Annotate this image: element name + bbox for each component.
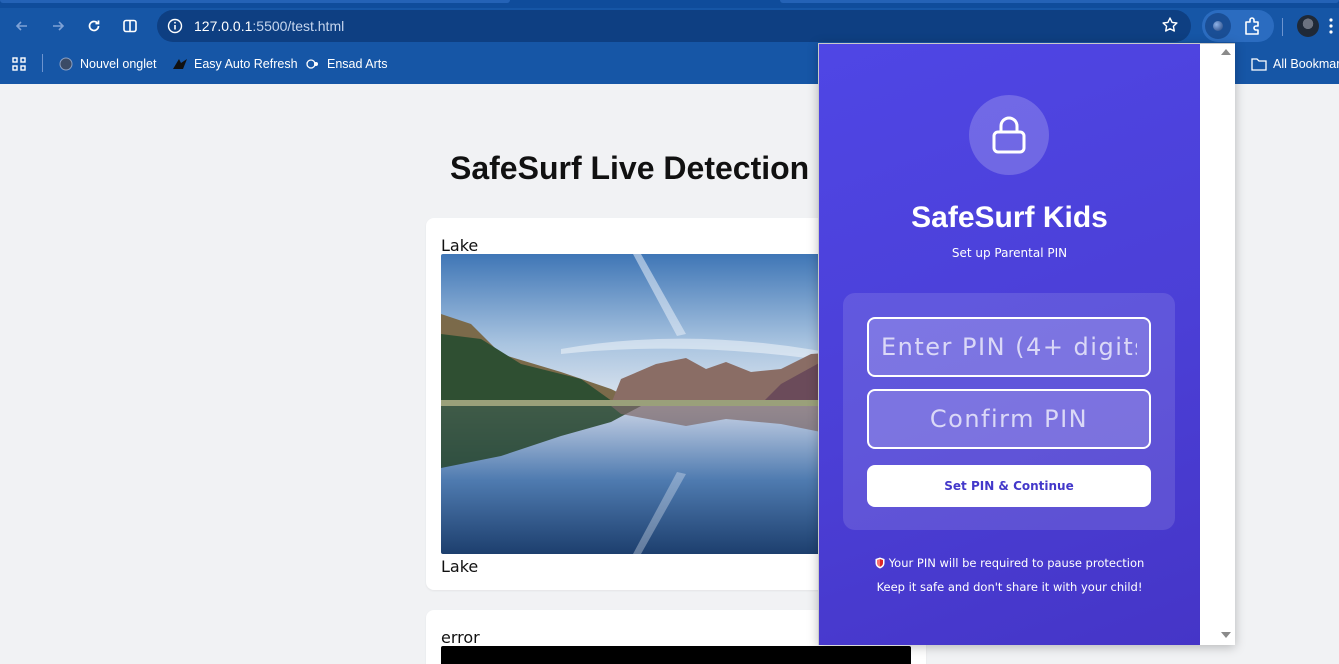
card-label-top: Lake	[441, 236, 479, 255]
forward-arrow-icon	[53, 21, 65, 31]
site-info-button[interactable]	[163, 14, 187, 38]
refresh-extension-icon	[172, 56, 188, 72]
tab-strip	[0, 0, 1339, 8]
all-bookmarks-button[interactable]: All Bookmarks	[1251, 55, 1339, 73]
shield-icon	[875, 557, 885, 569]
set-pin-button[interactable]: Set PIN & Continue	[867, 465, 1151, 507]
tab-edge-left	[0, 0, 510, 3]
url-host: 127.0.0.1	[194, 18, 253, 34]
puzzle-icon	[1245, 17, 1259, 35]
reload-button[interactable]	[80, 12, 108, 40]
ensad-icon	[305, 56, 321, 72]
confirm-pin-input[interactable]	[867, 389, 1151, 449]
browser-menu-button[interactable]	[1326, 16, 1336, 36]
lock-icon	[992, 116, 1026, 154]
url-text[interactable]: 127.0.0.1:5500/test.html	[194, 18, 344, 34]
reading-mode-button[interactable]	[116, 12, 144, 40]
back-arrow-icon	[15, 21, 27, 31]
forward-button[interactable]	[44, 12, 72, 40]
page-title: SafeSurf Live Detection I	[450, 150, 827, 186]
profile-avatar[interactable]	[1297, 15, 1319, 37]
all-bookmarks-label: All Bookmarks	[1273, 57, 1339, 71]
bookmark-label: Easy Auto Refresh	[194, 57, 298, 71]
lock-badge	[969, 95, 1049, 175]
popup-scrollbar[interactable]	[1200, 44, 1235, 645]
bookmark-label: Ensad Arts	[327, 57, 388, 71]
bookmark-nouvel-onglet[interactable]: Nouvel onglet	[58, 55, 156, 73]
pin-note-line1: Your PIN will be required to pause prote…	[819, 556, 1200, 570]
apps-button[interactable]	[11, 55, 27, 73]
star-icon	[1162, 17, 1178, 32]
info-icon	[167, 18, 183, 34]
popup-body: SafeSurf Kids Set up Parental PIN Set PI…	[819, 44, 1200, 645]
popup-title: SafeSurf Kids	[911, 201, 1108, 234]
scroll-down-arrow-icon[interactable]	[1221, 632, 1231, 638]
tab-edge-right	[780, 0, 1339, 3]
error-image	[441, 646, 911, 664]
safesurf-extension-button[interactable]	[1205, 13, 1231, 39]
bookmark-label: Nouvel onglet	[80, 57, 157, 71]
address-bar[interactable]: 127.0.0.1:5500/test.html	[157, 10, 1191, 42]
back-button[interactable]	[8, 12, 36, 40]
scroll-up-arrow-icon[interactable]	[1221, 49, 1231, 55]
folder-icon	[1251, 56, 1267, 72]
pin-input[interactable]	[867, 317, 1151, 377]
card-label-top: error	[441, 628, 480, 647]
extension-popup: SafeSurf Kids Set up Parental PIN Set PI…	[818, 43, 1235, 645]
more-vert-icon	[1329, 18, 1333, 34]
apps-grid-icon	[12, 57, 26, 71]
bookmark-easy-auto-refresh[interactable]: Easy Auto Refresh	[172, 55, 298, 73]
bookmark-ensad-arts[interactable]: Ensad Arts	[305, 55, 387, 73]
bookmark-star-button[interactable]	[1161, 16, 1179, 39]
card-label-bottom: Lake	[441, 557, 479, 576]
toolbar-divider	[1282, 18, 1283, 36]
pin-form: Set PIN & Continue	[843, 293, 1175, 530]
extensions-area	[1202, 10, 1274, 42]
split-view-icon	[123, 19, 137, 33]
safesurf-extension-icon	[1213, 21, 1223, 31]
popup-subtitle: Set up Parental PIN	[951, 246, 1068, 260]
pin-note-text: Your PIN will be required to pause prote…	[888, 556, 1145, 570]
extensions-menu-button[interactable]	[1242, 15, 1264, 42]
bookmarks-divider	[42, 54, 43, 72]
url-path: :5500/test.html	[252, 18, 345, 34]
browser-toolbar: 127.0.0.1:5500/test.html	[0, 8, 1339, 44]
pin-note-line2: Keep it safe and don't share it with you…	[876, 580, 1143, 594]
globe-icon	[58, 56, 74, 72]
reload-icon	[88, 20, 100, 32]
